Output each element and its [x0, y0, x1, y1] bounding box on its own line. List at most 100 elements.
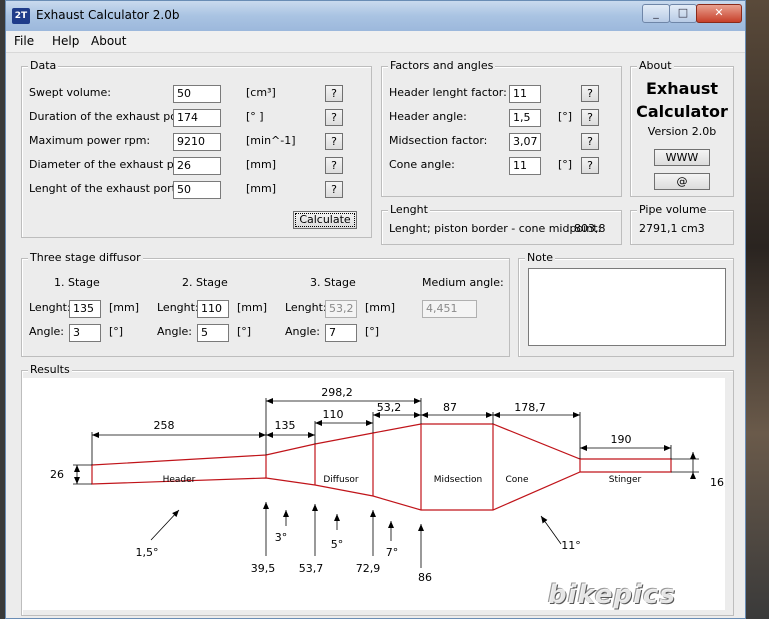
cone-section-label: Cone — [505, 475, 528, 485]
exhaust-duration-help-button[interactable]: ? — [325, 109, 343, 126]
stage1-lenght-unit: [mm] — [109, 301, 140, 314]
stage2-angle-input[interactable]: 5 — [197, 324, 229, 342]
stinger-diameter-dim: 16,5 — [710, 476, 725, 489]
pipe-outline — [91, 423, 672, 511]
stage3-angle-annotation: 7° — [386, 546, 399, 559]
port-diameter-input[interactable]: 26 — [173, 157, 221, 175]
note-group-title: Note — [525, 251, 556, 264]
header-section-label: Header — [163, 475, 196, 485]
midsection-length-dim: 87 — [443, 401, 457, 414]
client-area: Data Swept volume: 50 [cm³] ? Duration o… — [13, 53, 741, 616]
diffusor-group-title: Three stage diffusor — [28, 251, 143, 264]
stage2-lenght-input[interactable]: 110 — [197, 300, 229, 318]
data-group: Data Swept volume: 50 [cm³] ? Duration o… — [21, 59, 372, 238]
stage1-lenght-input[interactable]: 135 — [69, 300, 101, 318]
midsection-factor-help-button[interactable]: ? — [581, 133, 599, 150]
stage3-angle-unit: [°] — [365, 325, 380, 338]
stage3-lenght-unit: [mm] — [365, 301, 396, 314]
diffusor-total-dim: 298,2 — [321, 386, 353, 399]
factors-group-title: Factors and angles — [388, 59, 496, 72]
port-length-input[interactable]: 50 — [173, 181, 221, 199]
minimize-button[interactable]: _ — [642, 4, 670, 23]
watermark-logo: bikepics — [548, 580, 676, 610]
header-length-factor-input[interactable]: 11 — [509, 85, 541, 103]
swept-volume-help-button[interactable]: ? — [325, 85, 343, 102]
title-bar[interactable]: 2T Exhaust Calculator 2.0b _ □ ✕ — [6, 1, 745, 32]
maximize-button[interactable]: □ — [669, 4, 697, 23]
stage1-angle-input[interactable]: 3 — [69, 324, 101, 342]
midsection-factor-input[interactable]: 3,07 — [509, 133, 541, 151]
diameter-72-9: 72,9 — [356, 562, 381, 575]
pipe-volume-value: 2791,1 cm3 — [639, 222, 705, 235]
menu-bar: File Help About — [6, 31, 745, 53]
stage3-header: 3. Stage — [310, 276, 356, 289]
midsection-factor-label: Midsection factor: — [389, 134, 488, 147]
exhaust-duration-input[interactable]: 174 — [173, 109, 221, 127]
port-diameter-label: Diameter of the exhaust port: — [29, 158, 194, 171]
diameter-39-5: 39,5 — [251, 562, 276, 575]
menu-file[interactable]: File — [14, 34, 34, 48]
stage1-angle-unit: [°] — [109, 325, 124, 338]
about-title-line2: Calculator — [636, 102, 728, 121]
stage3-length-dim: 53,2 — [377, 401, 402, 414]
max-rpm-input[interactable]: 9210 — [173, 133, 221, 151]
calculate-button[interactable]: Calculate — [293, 211, 357, 229]
about-group: About Exhaust Calculator Version 2.0b WW… — [630, 59, 734, 197]
exhaust-duration-label: Duration of the exhaust port: — [29, 110, 190, 123]
cone-angle-annotation: 11° — [561, 539, 581, 552]
port-length-unit: [mm] — [246, 182, 277, 195]
lenght-group: Lenght Lenght; piston border - cone midp… — [381, 203, 622, 245]
inlet-diameter-dim: 26 — [50, 468, 64, 481]
www-button[interactable]: WWW — [654, 149, 710, 166]
port-length-help-button[interactable]: ? — [325, 181, 343, 198]
header-length-factor-label: Header lenght factor: — [389, 86, 507, 99]
stage1-length-dim: 135 — [275, 419, 296, 432]
stage2-angle-annotation: 5° — [331, 538, 344, 551]
window-title: Exhaust Calculator 2.0b — [36, 8, 180, 22]
stage2-length-dim: 110 — [323, 408, 344, 421]
swept-volume-label: Swept volume: — [29, 86, 111, 99]
app-window: 2T Exhaust Calculator 2.0b _ □ ✕ File He… — [5, 0, 746, 619]
cone-angle-unit: [°] — [558, 158, 573, 171]
medium-angle-label: Medium angle: — [422, 276, 504, 289]
cone-angle-help-button[interactable]: ? — [581, 157, 599, 174]
diameter-53-7: 53,7 — [299, 562, 324, 575]
pipe-volume-group-title: Pipe volume — [637, 203, 709, 216]
exhaust-pipe-drawing: Header Diffusor Midsection Cone Stinger — [50, 386, 735, 584]
results-diagram: Header Diffusor Midsection Cone Stinger — [23, 378, 735, 610]
lenght-group-title: Lenght — [388, 203, 430, 216]
lenght-description: Lenght; piston border - cone midpoint: — [389, 222, 602, 235]
header-angle-label: Header angle: — [389, 110, 467, 123]
cone-angle-input[interactable]: 11 — [509, 157, 541, 175]
stage1-header: 1. Stage — [54, 276, 100, 289]
cone-angle-label: Cone angle: — [389, 158, 455, 171]
data-group-title: Data — [28, 59, 59, 72]
stage1-lenght-label: Lenght: — [29, 301, 71, 314]
results-group-title: Results — [28, 363, 72, 376]
swept-volume-input[interactable]: 50 — [173, 85, 221, 103]
port-diameter-unit: [mm] — [246, 158, 277, 171]
max-rpm-help-button[interactable]: ? — [325, 133, 343, 150]
close-button[interactable]: ✕ — [696, 4, 742, 23]
max-rpm-unit: [min^-1] — [246, 134, 296, 147]
header-length-factor-help-button[interactable]: ? — [581, 85, 599, 102]
email-button[interactable]: @ — [654, 173, 710, 190]
stage3-angle-input[interactable]: 7 — [325, 324, 357, 342]
stage2-lenght-label: Lenght: — [157, 301, 199, 314]
menu-help[interactable]: Help — [52, 34, 79, 48]
header-angle-input[interactable]: 1,5 — [509, 109, 541, 127]
note-textarea[interactable] — [528, 268, 726, 346]
menu-about[interactable]: About — [91, 34, 126, 48]
bottom-dimensions — [150, 502, 562, 568]
header-angle-help-button[interactable]: ? — [581, 109, 599, 126]
pipe-volume-group: Pipe volume 2791,1 cm3 — [630, 203, 734, 245]
stage2-angle-unit: [°] — [237, 325, 252, 338]
port-diameter-help-button[interactable]: ? — [325, 157, 343, 174]
diameter-86: 86 — [418, 571, 432, 584]
header-length-dim: 258 — [154, 419, 175, 432]
stinger-length-dim: 190 — [611, 433, 632, 446]
stage2-lenght-unit: [mm] — [237, 301, 268, 314]
stage2-angle-label: Angle: — [157, 325, 193, 338]
stage1-angle-label: Angle: — [29, 325, 65, 338]
exhaust-duration-unit: [° ] — [246, 110, 264, 123]
